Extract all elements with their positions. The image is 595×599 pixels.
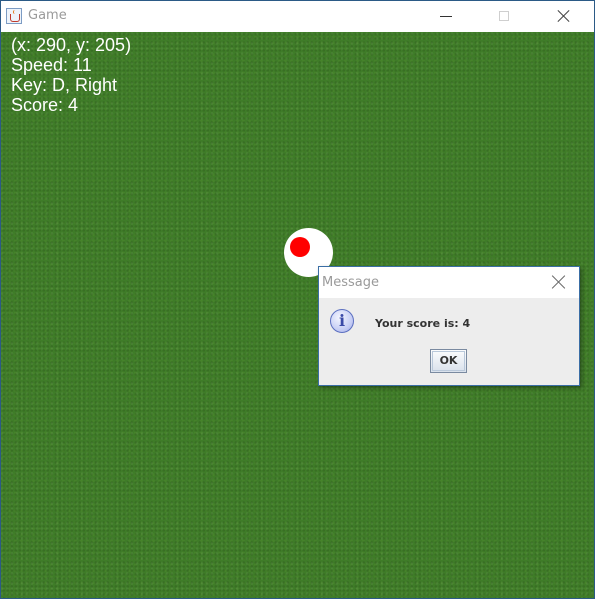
close-button[interactable] <box>542 1 588 32</box>
maximize-icon <box>499 11 509 21</box>
message-dialog: Message i Your score is: 4 OK <box>318 266 580 386</box>
hud-score: Score: 4 <box>11 95 79 115</box>
ok-button[interactable]: OK <box>430 349 467 373</box>
dialog-title: Message <box>322 275 379 290</box>
window-title: Game <box>28 8 67 23</box>
maximize-button[interactable] <box>482 1 528 32</box>
info-icon: i <box>330 309 354 333</box>
window-titlebar[interactable]: Game <box>1 1 594 32</box>
ball-red-dot <box>290 237 310 257</box>
hud-position: (x: 290, y: 205) <box>11 35 132 55</box>
close-icon <box>557 9 571 23</box>
hud-speed: Speed: 11 <box>11 55 92 75</box>
dialog-message: Your score is: 4 <box>375 317 471 330</box>
dialog-titlebar[interactable]: Message <box>319 267 579 298</box>
dialog-close-icon[interactable] <box>551 274 567 290</box>
minimize-button[interactable] <box>422 1 468 32</box>
java-cup-icon <box>6 8 22 24</box>
hud: (x: 290, y: 205) Speed: 11 Key: D, Right… <box>11 35 131 115</box>
hud-key: Key: D, Right <box>11 75 118 95</box>
minimize-icon <box>440 16 452 17</box>
